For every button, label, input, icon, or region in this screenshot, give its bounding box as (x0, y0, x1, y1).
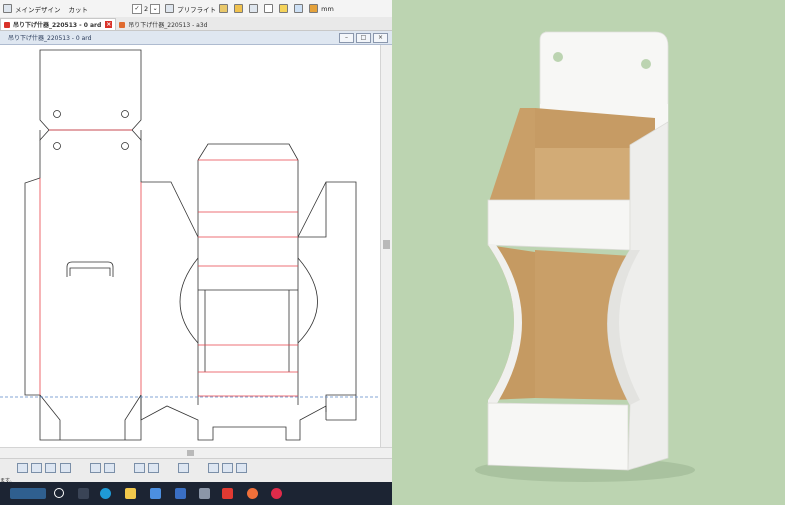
search-icon[interactable] (54, 488, 64, 498)
ard-file-icon (4, 21, 10, 28)
right-wing-outline (297, 181, 357, 412)
display-stand-illustration (392, 0, 785, 505)
edge-icon[interactable] (100, 488, 111, 499)
tab-ard-label: 吊り下げ什器_220513 - 0 ard (13, 22, 102, 29)
hang-hole-right-top (121, 110, 129, 118)
cut-mode-label: カット (68, 5, 89, 14)
task-view-icon[interactable] (78, 488, 89, 499)
select-group-tool-icon[interactable] (60, 463, 71, 473)
layout-icon (249, 4, 259, 13)
cad-application-window: メインデザイン カット ✓ 2 ⌄ プリフライト mm 吊り下げ什器_22051… (0, 0, 392, 505)
ruler-icon (309, 4, 319, 13)
pdf-icon[interactable] (222, 488, 233, 499)
frame-button[interactable] (264, 2, 276, 15)
left-flap-bottom (39, 394, 142, 440)
layout-button[interactable] (249, 2, 261, 15)
hang-hole-right (641, 59, 651, 69)
close-tab-icon[interactable]: × (105, 21, 113, 28)
wave-button[interactable] (294, 2, 306, 15)
tab-3d-document[interactable]: 吊り下げ什器_220513 - a3d (116, 19, 210, 30)
wave-icon (294, 4, 304, 13)
preflight-icon (165, 4, 175, 13)
design-menu-button[interactable]: メインデザイン (3, 2, 61, 15)
measure-icon (279, 4, 289, 13)
maximize-button[interactable]: □ (356, 33, 371, 43)
mail-icon[interactable] (175, 488, 186, 499)
upper-front-lip (487, 199, 631, 251)
vertical-scroll-thumb[interactable] (383, 240, 390, 249)
tab-ard-document[interactable]: 吊り下げ什器_220513 - 0 ard × (0, 18, 117, 30)
select-point-tool-icon[interactable] (31, 463, 42, 473)
horizontal-scroll-thumb[interactable] (187, 450, 194, 456)
hang-hole-left-top (53, 110, 61, 118)
document-window-titlebar: 吊り下げ什器_220513 - 0 ard – □ × (0, 31, 392, 45)
center-window-outline (204, 290, 290, 372)
tools-bar (0, 458, 392, 478)
side-panel-outline (140, 395, 357, 441)
select-tool-icon[interactable] (17, 463, 28, 473)
snap-tool-icon[interactable] (208, 463, 219, 473)
count-value: 2 (144, 4, 149, 13)
frame-icon (264, 4, 274, 13)
minimize-button[interactable]: – (339, 33, 354, 43)
bottom-center-outline (197, 372, 299, 405)
panel-back-lower-outline (39, 129, 142, 142)
view-3d-icon (219, 4, 229, 13)
weather-widget-icon[interactable] (10, 488, 46, 499)
tab-3d-label: 吊り下げ什器_220513 - a3d (128, 22, 208, 29)
die-line-drawing[interactable] (0, 45, 380, 447)
upper-floor-inner (535, 148, 640, 200)
product-photo (392, 0, 785, 505)
media-icon[interactable] (247, 488, 258, 499)
hang-hole-left-bottom (53, 142, 61, 150)
unit-label: mm (321, 4, 334, 13)
hang-hole-right-bottom (121, 142, 129, 150)
count-checkbox[interactable]: ✓ (132, 3, 142, 14)
folding-icon (234, 4, 244, 13)
zoom-tool-icon[interactable] (148, 463, 159, 473)
design-icon (3, 4, 12, 13)
panel-main-right-edge (140, 140, 199, 238)
design-menu-label: メインデザイン (15, 5, 61, 14)
hang-hole-left (553, 52, 563, 62)
document-window-title: 吊り下げ什器_220513 - 0 ard (8, 35, 92, 42)
zoom-fit-icon[interactable] (104, 463, 115, 473)
panel-main-outline (24, 140, 142, 441)
app-cube-icon[interactable] (199, 488, 210, 499)
select-line-tool-icon[interactable] (45, 463, 56, 473)
measure-button[interactable] (279, 2, 291, 15)
explorer-icon[interactable] (125, 488, 136, 499)
preflight-label: プリフライト (177, 5, 217, 14)
crosshair-tool-icon[interactable] (222, 463, 233, 473)
preflight-button[interactable]: プリフライト (165, 2, 216, 15)
vertical-scrollbar[interactable] (380, 45, 392, 447)
view-3d-button[interactable] (219, 2, 231, 15)
count-dropdown-icon[interactable]: ⌄ (150, 3, 161, 14)
folding-button[interactable] (234, 2, 246, 15)
windows-taskbar (0, 482, 392, 505)
fullscreen-tool-icon[interactable] (236, 463, 247, 473)
cut-mode-button[interactable]: カット (69, 2, 89, 15)
close-button[interactable]: × (373, 33, 388, 43)
count-selector[interactable]: ✓ 2 ⌄ (130, 2, 162, 15)
store-icon[interactable] (150, 488, 161, 499)
hand-hole-outline (66, 261, 114, 277)
pan-tool-icon[interactable] (134, 463, 145, 473)
center-column-outline (197, 143, 299, 372)
circle-wing-outline (179, 257, 318, 344)
zoom-window-icon[interactable] (90, 463, 101, 473)
design-canvas[interactable] (0, 45, 380, 447)
lower-front-lip (487, 402, 629, 471)
document-tab-bar: 吊り下げ什器_220513 - 0 ard × 吊り下げ什器_220513 - … (0, 17, 392, 31)
unit-button[interactable]: mm (309, 2, 334, 15)
app-red-icon[interactable] (271, 488, 282, 499)
panel-back-outline (39, 49, 142, 131)
main-toolbar: メインデザイン カット ✓ 2 ⌄ プリフライト mm (0, 0, 392, 18)
grid-tool-icon[interactable] (178, 463, 189, 473)
a3d-file-icon (119, 21, 126, 28)
